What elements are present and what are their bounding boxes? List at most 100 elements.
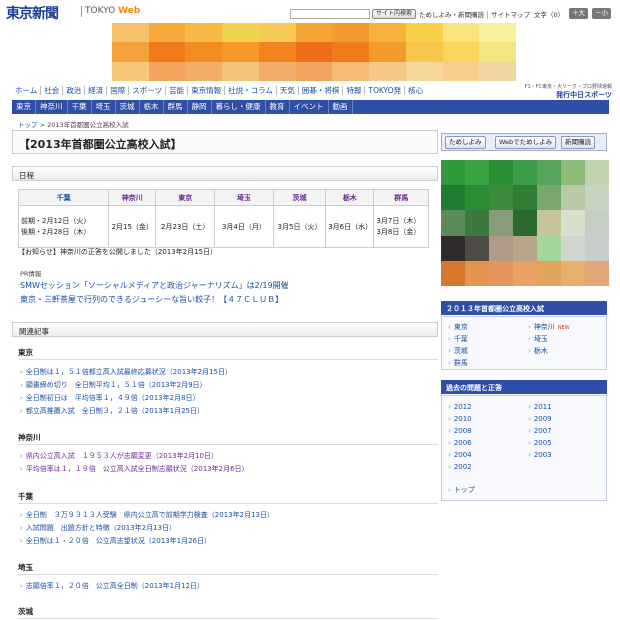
banner-ad[interactable] bbox=[112, 23, 516, 81]
article-link[interactable]: 全日制初日は 平均倍率１，４９倍（2013年2月8日） bbox=[20, 393, 200, 403]
article-link[interactable]: 志願倍率１，２０倍 公立高全日制（2013年1月12日） bbox=[20, 581, 204, 591]
global-nav-item[interactable]: TOKYO発 bbox=[365, 86, 406, 95]
article-link[interactable]: 平均倍率は１，１９倍 公立高入試全日制志願状況（2013年2月6日） bbox=[20, 464, 249, 474]
global-nav-item[interactable]: ホーム bbox=[12, 86, 42, 95]
past-year-link[interactable]: 2008 bbox=[448, 427, 472, 435]
subscribe-link[interactable]: ためしよみ・新聞購読 bbox=[416, 11, 488, 19]
article-link[interactable]: 願書締め切り 全日制平均１，５１倍（2013年2月9日） bbox=[20, 380, 207, 390]
pref-heading-kanagawa: 神奈川 bbox=[18, 433, 41, 442]
past-year-link[interactable]: 2012 bbox=[448, 403, 472, 411]
exam-pref-label: 栃木 bbox=[533, 347, 548, 355]
tab-web-trial[interactable]: Webでためしよみ bbox=[495, 136, 557, 149]
exam-pref-link[interactable]: 東京 bbox=[448, 322, 468, 332]
past-year-link[interactable]: 2010 bbox=[448, 415, 472, 423]
region-nav-item[interactable]: 静岡 bbox=[188, 100, 212, 114]
chunichi-sports-link[interactable]: F1・FC東京・大リーグ・プロ野球速報 発行中日スポーツ bbox=[520, 83, 612, 100]
sched-col-saitama[interactable]: 埼玉 bbox=[214, 189, 274, 206]
exam-pref-label: 埼玉 bbox=[533, 335, 548, 343]
sched-col-gunma[interactable]: 群馬 bbox=[373, 189, 429, 206]
pref-heading-ibaraki: 茨城 bbox=[18, 607, 33, 616]
sched-col-ibaraki[interactable]: 茨城 bbox=[272, 189, 327, 206]
side-ad[interactable] bbox=[441, 160, 609, 286]
pref-divider bbox=[18, 574, 438, 575]
sitemap-link[interactable]: サイトマップ bbox=[488, 11, 533, 19]
region-nav-item[interactable]: 栃木 bbox=[140, 100, 164, 114]
pr-link-2[interactable]: 東京・三軒茶屋で行列のできるジューシーな旨い餃子！【４７ＣＬＵＢ】 bbox=[20, 294, 283, 305]
schedule-table: 千葉 神奈川 東京 埼玉 茨城 栃木 群馬 前期・2月12日（火） 後期・2月28… bbox=[17, 189, 429, 248]
past-year-link[interactable]: 2004 bbox=[448, 451, 472, 459]
article-link[interactable]: 全日制は１，５１倍都立高入試最終応募状況（2013年2月15日） bbox=[20, 367, 232, 377]
global-nav-item[interactable]: 囲碁・将棋 bbox=[298, 86, 344, 95]
global-nav-item[interactable]: 国際 bbox=[107, 86, 130, 95]
global-nav-item[interactable]: 社説・コラム bbox=[225, 86, 277, 95]
global-nav-item[interactable]: スポーツ bbox=[129, 86, 167, 95]
past-year-link[interactable]: 2003 bbox=[528, 451, 552, 459]
global-nav-item[interactable]: 経済 bbox=[85, 86, 108, 95]
sched-col-kanagawa[interactable]: 神奈川 bbox=[108, 189, 157, 206]
region-nav-item[interactable]: 千葉 bbox=[68, 100, 92, 114]
past-year-link[interactable]: 2005 bbox=[528, 439, 552, 447]
region-nav-item[interactable]: 埼玉 bbox=[92, 100, 116, 114]
article-link[interactable]: 都立高推薦入試 全日制３，２１倍（2013年1月25日） bbox=[20, 406, 204, 416]
article-link[interactable]: 全日制は１・２０倍 公立高志望状況（2013年1月26日） bbox=[20, 536, 211, 546]
site-search-input[interactable] bbox=[290, 9, 370, 19]
past-year-link[interactable]: 2007 bbox=[528, 427, 552, 435]
pref-divider bbox=[18, 618, 438, 619]
sched-col-tochigi[interactable]: 栃木 bbox=[325, 189, 375, 206]
region-nav-item[interactable]: 神奈川 bbox=[36, 100, 68, 114]
sched-col-tokyo[interactable]: 東京 bbox=[155, 189, 216, 206]
region-nav-item[interactable]: 茨城 bbox=[116, 100, 140, 114]
page-title: 【2013年首都圏公立高校入試】 bbox=[12, 130, 438, 154]
article-link[interactable]: 全日制 ３万９３１３人受験 県内公立高で前期学力検査（2013年2月13日） bbox=[20, 510, 274, 520]
banner-tile bbox=[112, 61, 149, 81]
exam-pref-link[interactable]: 神奈川NEW bbox=[528, 322, 570, 332]
exam-pref-link[interactable]: 栃木 bbox=[528, 346, 548, 356]
region-nav-item[interactable]: イベント bbox=[290, 100, 329, 114]
global-nav-item[interactable]: 芸能 bbox=[166, 86, 189, 95]
site-logo[interactable]: 東京新聞 bbox=[6, 3, 59, 23]
region-nav-item[interactable]: 動画 bbox=[329, 100, 353, 114]
tab-trial[interactable]: ためしよみ bbox=[445, 136, 486, 149]
global-nav-item[interactable]: 政治 bbox=[63, 86, 86, 95]
exam-pref-link[interactable]: 群馬 bbox=[448, 358, 468, 368]
article-link[interactable]: 入試問題 出題方針と特徴（2013年2月13日） bbox=[20, 523, 176, 533]
exam-pref-link[interactable]: 埼玉 bbox=[528, 334, 548, 344]
sched-col-chiba[interactable]: 千葉 bbox=[17, 189, 110, 206]
font-larger-button[interactable]: ＋大 bbox=[569, 8, 588, 19]
region-nav-item[interactable]: 群馬 bbox=[164, 100, 188, 114]
side-ad-tile bbox=[489, 235, 513, 261]
banner-tile bbox=[258, 61, 296, 81]
past-year-link[interactable]: 2009 bbox=[528, 415, 552, 423]
pr-link-1[interactable]: SMWセッション「ソーシャルメディアと政治ジャーナリズム」は2/19開催 bbox=[20, 280, 289, 291]
banner-tile bbox=[405, 61, 443, 81]
site-search-button[interactable]: サイト内検索 bbox=[372, 9, 417, 19]
side-ad-tile bbox=[441, 185, 465, 211]
top-link[interactable]: トップ bbox=[448, 485, 475, 495]
global-nav-item[interactable]: 社会 bbox=[41, 86, 64, 95]
exam-pref-link[interactable]: 茨城 bbox=[448, 346, 468, 356]
font-size-label: 文字（0） bbox=[534, 11, 565, 19]
breadcrumb: トップ > 2013年首都圏公立高校入試 bbox=[18, 119, 129, 129]
global-nav-item[interactable]: 核心 bbox=[405, 86, 426, 95]
banner-tile bbox=[405, 42, 443, 62]
past-year-link[interactable]: 2006 bbox=[448, 439, 472, 447]
tab-subscribe[interactable]: 新聞購読 bbox=[561, 136, 595, 149]
side-ad-tile bbox=[441, 160, 465, 186]
font-smaller-button[interactable]: －小 bbox=[592, 8, 611, 19]
article-link[interactable]: 県内公立高入試 １９５３人が志願変更（2013年2月10日） bbox=[20, 451, 218, 461]
exam-box-title: ２０１３年首都圏公立高校入試 bbox=[441, 301, 607, 315]
sched-chiba-1: 前期・2月12日（火） bbox=[21, 216, 91, 225]
banner-tile bbox=[222, 42, 259, 62]
tokyo-web-logo[interactable]: TOKYO Web bbox=[85, 6, 140, 16]
global-nav-item[interactable]: 天気 bbox=[276, 86, 299, 95]
global-nav-item[interactable]: 東京情報 bbox=[188, 86, 226, 95]
breadcrumb-home[interactable]: トップ bbox=[18, 121, 38, 129]
past-year-link[interactable]: 2002 bbox=[448, 463, 472, 471]
global-nav-item[interactable]: 特報 bbox=[343, 86, 366, 95]
region-nav-item[interactable]: 暮らし・健康 bbox=[212, 100, 266, 114]
region-nav-item[interactable]: 東京 bbox=[12, 100, 36, 114]
banner-tile bbox=[185, 61, 223, 81]
past-year-link[interactable]: 2011 bbox=[528, 403, 552, 411]
region-nav-item[interactable]: 教育 bbox=[266, 100, 290, 114]
exam-pref-link[interactable]: 千葉 bbox=[448, 334, 468, 344]
